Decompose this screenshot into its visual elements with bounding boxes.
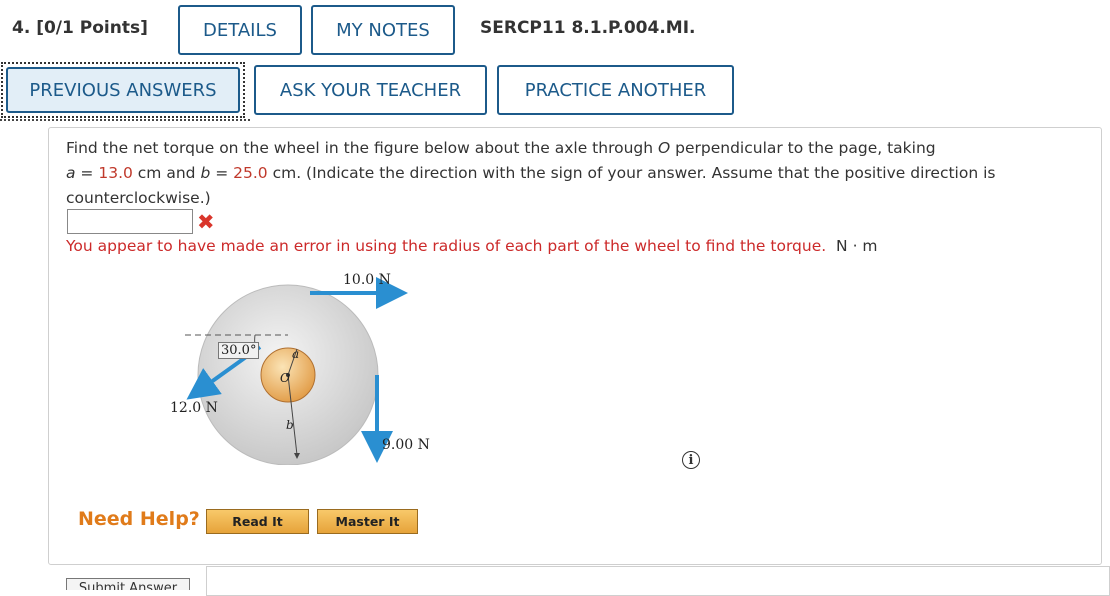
focus-divider <box>0 119 250 121</box>
info-icon[interactable]: i <box>682 451 700 469</box>
submit-answer-button[interactable]: Submit Answer <box>66 578 190 590</box>
x-mark-icon: ✖ <box>197 210 215 234</box>
details-button[interactable]: DETAILS <box>178 5 302 55</box>
question-text: Find the net torque on the wheel in the … <box>66 139 996 207</box>
error-feedback: You appear to have made an error in usin… <box>66 237 878 255</box>
wheel-figure: 10.0 N 30.0° 12.0 N 9.00 N a O b <box>165 265 445 466</box>
problem-code: SERCP11 8.1.P.004.MI. <box>480 18 696 38</box>
a-radius-label: a <box>292 347 300 361</box>
force-top-label: 10.0 N <box>343 272 391 288</box>
force-left-label: 12.0 N <box>170 400 218 416</box>
read-it-button[interactable]: Read It <box>206 509 309 534</box>
master-it-button[interactable]: Master It <box>317 509 418 534</box>
practice-another-button[interactable]: PRACTICE ANOTHER <box>497 65 734 115</box>
ask-your-teacher-button[interactable]: ASK YOUR TEACHER <box>254 65 487 115</box>
force-right-label: 9.00 N <box>382 437 430 453</box>
wheel-diagram <box>185 277 408 466</box>
previous-answers-button[interactable]: PREVIOUS ANSWERS <box>6 67 240 113</box>
b-value: 25.0 <box>233 164 268 182</box>
b-radius-label: b <box>286 418 294 432</box>
previous-answers-focus-ring: PREVIOUS ANSWERS <box>1 62 245 118</box>
next-panel <box>206 566 1110 596</box>
a-value: 13.0 <box>98 164 133 182</box>
need-help-label: Need Help? <box>78 508 200 530</box>
my-notes-button[interactable]: MY NOTES <box>311 5 455 55</box>
axle-o-label: O <box>280 371 290 385</box>
angle-label: 30.0° <box>218 342 260 359</box>
answer-input[interactable] <box>67 209 193 234</box>
question-points-label: 4. [0/1 Points] <box>12 18 148 38</box>
answer-unit: N · m <box>836 237 878 255</box>
